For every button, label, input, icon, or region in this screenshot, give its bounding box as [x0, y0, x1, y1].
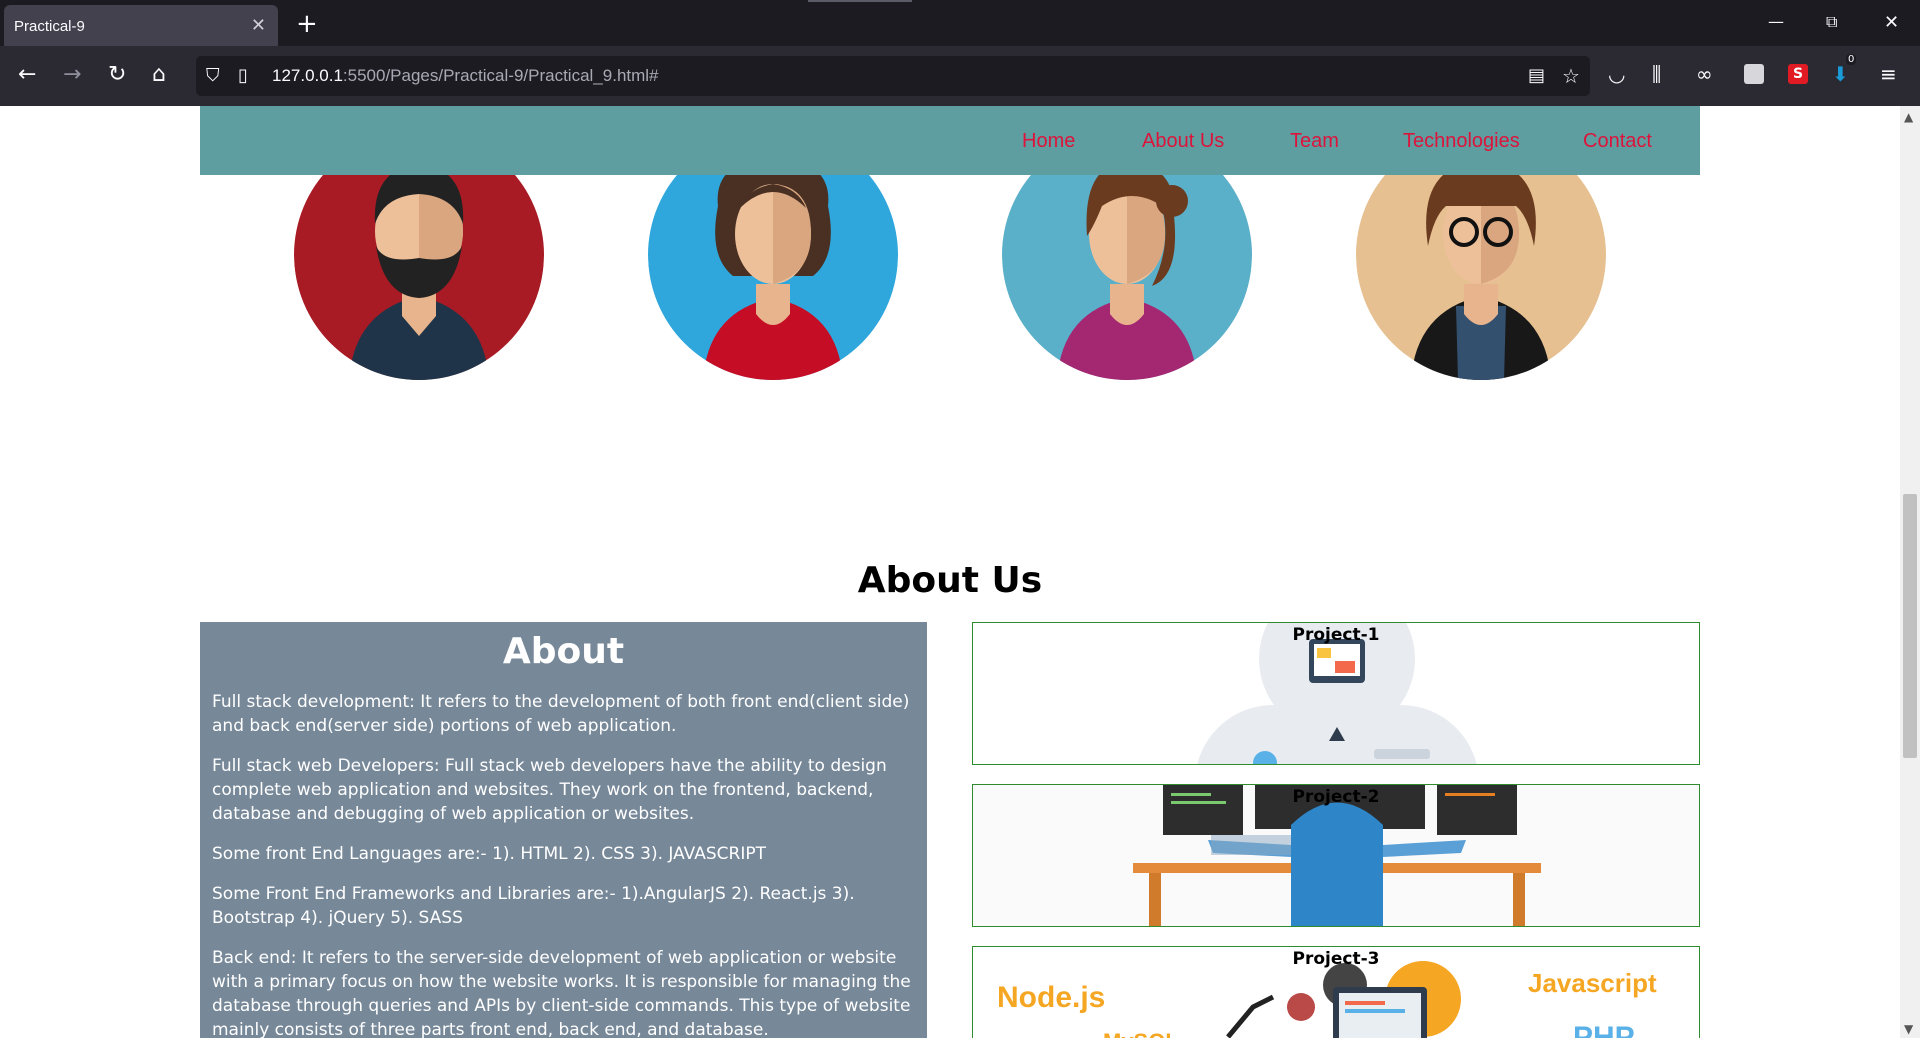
menu-icon[interactable]: ≡	[1880, 64, 1897, 84]
browser-tab[interactable]: Practical-9 ✕	[4, 5, 278, 49]
scroll-up-icon[interactable]: ▲	[1904, 110, 1913, 124]
nav-contact[interactable]: Contact	[1583, 130, 1652, 153]
mysql-text: MySQL	[1103, 1029, 1179, 1038]
reload-icon[interactable]: ↻	[108, 64, 126, 86]
project-card-2[interactable]: Project-2	[972, 784, 1700, 927]
project-card-1[interactable]: Project-1	[972, 622, 1700, 765]
project-2-label: Project-2	[1292, 787, 1380, 807]
nodejs-text: Node.js	[997, 981, 1105, 1014]
extension-badge-icon[interactable]: ⬇	[1832, 64, 1849, 84]
url-bar[interactable]: ⛉ ▯ 127.0.0.1:5500/Pages/Practical-9/Pra…	[196, 56, 1590, 96]
browser-tab-strip: Practical-9 ✕ + — ⧉ ✕	[0, 0, 1920, 49]
nav-technologies[interactable]: Technologies	[1403, 130, 1520, 153]
about-us-title: About Us	[857, 560, 1043, 601]
team-avatar-woman-bun	[1002, 146, 1252, 380]
url-text[interactable]: 127.0.0.1:5500/Pages/Practical-9/Practic…	[272, 66, 659, 86]
home-icon[interactable]: ⌂	[152, 64, 166, 86]
team-avatar-woman-curly	[648, 146, 898, 380]
project-1-label: Project-1	[1292, 625, 1380, 645]
page-icon: ▯	[238, 65, 248, 86]
extension-badge-count: 0	[1846, 54, 1857, 65]
window-close-icon[interactable]: ✕	[1884, 12, 1899, 33]
extension-s-icon[interactable]: S	[1788, 64, 1808, 84]
about-panel: About Full stack development: It refers …	[200, 622, 927, 1038]
nav-about-us[interactable]: About Us	[1142, 130, 1224, 153]
about-paragraph: Some front End Languages are:- 1). HTML …	[212, 844, 766, 864]
scroll-down-icon[interactable]: ▼	[1904, 1022, 1913, 1036]
bookmark-star-icon[interactable]: ☆	[1562, 64, 1580, 88]
pocket-icon[interactable]: ◡	[1608, 64, 1625, 84]
site-navbar: Home About Us Team Technologies Contact	[200, 106, 1700, 175]
team-avatar-man-beard	[294, 146, 544, 380]
project-card-3[interactable]: Node.js Javascript PHP MySQL Project-3	[972, 946, 1700, 1038]
back-icon[interactable]: ←	[18, 64, 36, 86]
forward-icon[interactable]: →	[63, 64, 81, 86]
library-icon[interactable]: ⫼	[1652, 64, 1661, 84]
nav-home[interactable]: Home	[1022, 130, 1075, 153]
about-paragraph: Full stack web Developers: Full stack we…	[212, 756, 887, 824]
tab-close-icon[interactable]: ✕	[251, 15, 266, 36]
extension-icon[interactable]	[1744, 64, 1764, 84]
about-paragraph: Back end: It refers to the server-side d…	[212, 948, 911, 1038]
private-mask-icon[interactable]: ∞	[1696, 64, 1713, 84]
url-host: 127.0.0.1	[272, 66, 343, 85]
project-3-label: Project-3	[1292, 949, 1380, 969]
new-tab-icon[interactable]: +	[296, 9, 318, 39]
nav-team[interactable]: Team	[1290, 130, 1339, 153]
drag-handle	[808, 0, 912, 2]
browser-toolbar: ← → ↻ ⌂ ⛉ ▯ 127.0.0.1:5500/Pages/Practic…	[0, 46, 1920, 106]
team-avatar-woman-glasses	[1356, 146, 1606, 380]
about-heading: About	[502, 631, 625, 672]
tab-title: Practical-9	[14, 18, 85, 35]
javascript-text: Javascript	[1528, 968, 1657, 998]
php-text: PHP	[1573, 1021, 1635, 1038]
url-path: :5500/Pages/Practical-9/Practical_9.html…	[342, 66, 659, 85]
about-paragraph: Some Front End Frameworks and Libraries …	[212, 884, 855, 928]
scrollbar-thumb[interactable]	[1903, 494, 1917, 758]
page-viewport: Home About Us Team Technologies Contact	[0, 106, 1900, 1038]
restore-icon[interactable]: ⧉	[1826, 12, 1837, 32]
minimize-icon[interactable]: —	[1768, 12, 1784, 31]
reader-view-icon[interactable]: ▤	[1528, 65, 1545, 86]
shield-icon[interactable]: ⛉	[206, 65, 220, 86]
about-paragraph: Full stack development: It refers to the…	[212, 692, 910, 736]
